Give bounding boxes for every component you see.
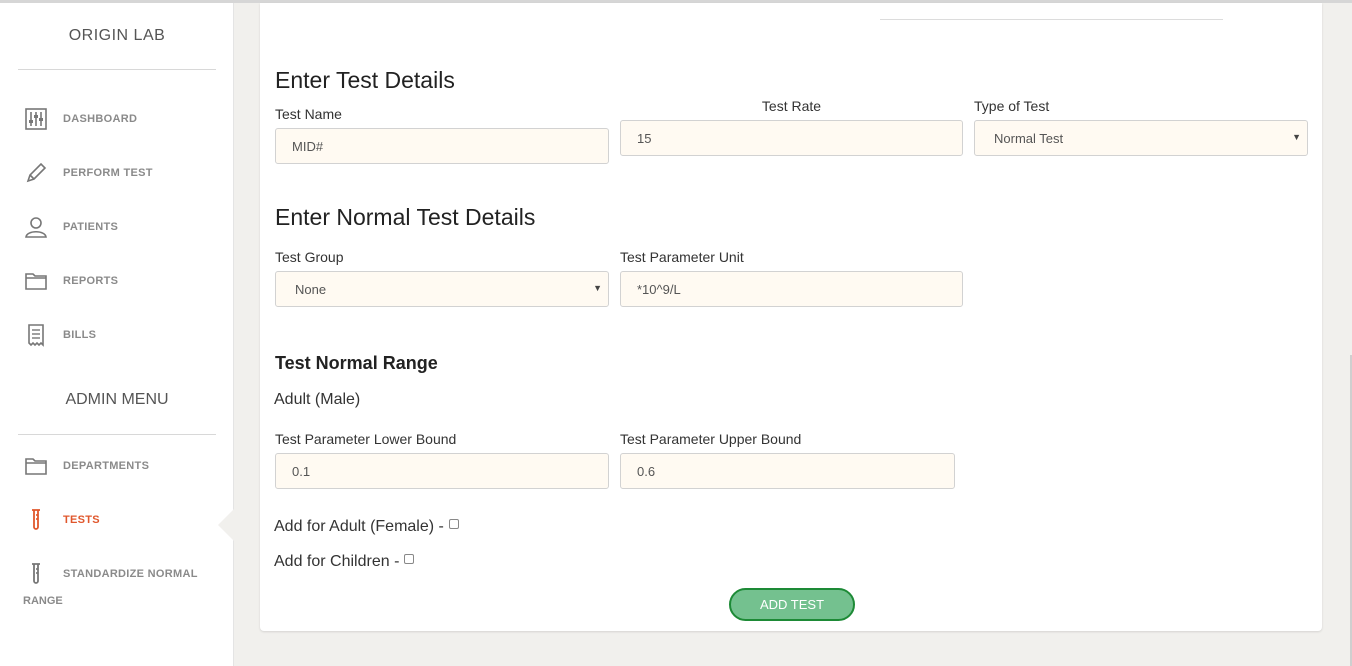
test-name-input[interactable]: MID# bbox=[275, 128, 609, 164]
type-of-test-select[interactable]: Normal Test ▼ bbox=[974, 120, 1308, 156]
sidebar-item-dashboard[interactable]: DASHBOARD bbox=[22, 104, 222, 134]
sidebar-item-tests[interactable]: TESTS bbox=[22, 505, 222, 535]
pencil-icon bbox=[22, 159, 50, 187]
admin-menu-title: ADMIN MENU bbox=[65, 391, 169, 408]
sidebar-item-bills[interactable]: BILLS bbox=[22, 320, 222, 350]
sidebar-item-label: PATIENTS bbox=[63, 221, 119, 233]
sidebar-item-label-continued[interactable]: RANGE bbox=[23, 595, 63, 607]
test-rate-label: Test Rate bbox=[761, 98, 822, 114]
add-female-checkbox[interactable] bbox=[448, 519, 459, 529]
test-tube-icon bbox=[22, 506, 50, 534]
sidebar-item-departments[interactable]: DEPARTMENTS bbox=[22, 451, 222, 481]
test-tube-icon bbox=[22, 560, 50, 588]
lower-bound-input[interactable]: 0.1 bbox=[275, 453, 609, 489]
user-icon bbox=[22, 213, 50, 241]
sidebar-item-label: DASHBOARD bbox=[63, 113, 138, 125]
test-parameter-unit-label: Test Parameter Unit bbox=[620, 249, 744, 265]
add-female-label: Add for Adult (Female) - bbox=[274, 518, 444, 535]
lower-bound-label: Test Parameter Lower Bound bbox=[275, 431, 457, 447]
test-group-label: Test Group bbox=[275, 249, 344, 265]
sidebar-item-label: BILLS bbox=[63, 329, 97, 341]
add-female-row: Add for Adult (Female) - bbox=[274, 518, 459, 536]
sidebar-item-label: DEPARTMENTS bbox=[63, 460, 150, 472]
sidebar-item-label: TESTS bbox=[63, 514, 100, 526]
sidebar: ORIGIN LAB DASHBOARD PERFORM TEST PATIEN… bbox=[0, 3, 234, 666]
receipt-icon bbox=[22, 321, 50, 349]
sidebar-item-label: PERFORM TEST bbox=[63, 167, 153, 179]
section-title-normal-test-details: Enter Normal Test Details bbox=[275, 204, 536, 230]
add-children-label: Add for Children - bbox=[274, 553, 400, 570]
test-name-label: Test Name bbox=[275, 106, 342, 122]
brand-title: ORIGIN LAB bbox=[68, 27, 166, 44]
sidebar-divider bbox=[18, 69, 216, 70]
type-of-test-value: Normal Test bbox=[994, 130, 1064, 146]
field-underline bbox=[880, 19, 1223, 20]
sidebar-divider bbox=[18, 434, 216, 435]
upper-bound-label: Test Parameter Upper Bound bbox=[620, 431, 802, 447]
test-group-select[interactable]: None ▼ bbox=[275, 271, 609, 307]
sliders-icon bbox=[22, 105, 50, 133]
sidebar-item-perform-test[interactable]: PERFORM TEST bbox=[22, 158, 222, 188]
add-children-checkbox[interactable] bbox=[404, 554, 415, 564]
upper-bound-input[interactable]: 0.6 bbox=[620, 453, 955, 489]
test-form-card: Enter Test Details Test Name MID# Test R… bbox=[260, 3, 1322, 631]
active-indicator-arrow bbox=[218, 509, 234, 541]
add-test-button[interactable]: ADD TEST bbox=[729, 588, 855, 621]
folder-icon bbox=[22, 452, 50, 480]
section-title-test-details: Enter Test Details bbox=[275, 67, 455, 93]
test-parameter-unit-input[interactable]: *10^9/L bbox=[620, 271, 963, 307]
sidebar-item-standardize-normal-range[interactable]: STANDARDIZE NORMAL bbox=[22, 559, 222, 589]
sidebar-item-label: REPORTS bbox=[63, 275, 119, 287]
chevron-down-icon: ▼ bbox=[1292, 132, 1301, 142]
type-of-test-label: Type of Test bbox=[974, 98, 1050, 114]
add-children-row: Add for Children - bbox=[274, 553, 415, 571]
sidebar-item-label: STANDARDIZE NORMAL bbox=[63, 568, 198, 580]
sidebar-item-patients[interactable]: PATIENTS bbox=[22, 212, 222, 242]
folder-icon bbox=[22, 267, 50, 295]
normal-range-title: Test Normal Range bbox=[275, 353, 438, 373]
sidebar-item-reports[interactable]: REPORTS bbox=[22, 266, 222, 296]
test-rate-input[interactable]: 15 bbox=[620, 120, 963, 156]
test-group-value: None bbox=[295, 281, 327, 297]
chevron-down-icon: ▼ bbox=[593, 283, 602, 293]
adult-male-subtitle: Adult (Male) bbox=[274, 391, 361, 408]
